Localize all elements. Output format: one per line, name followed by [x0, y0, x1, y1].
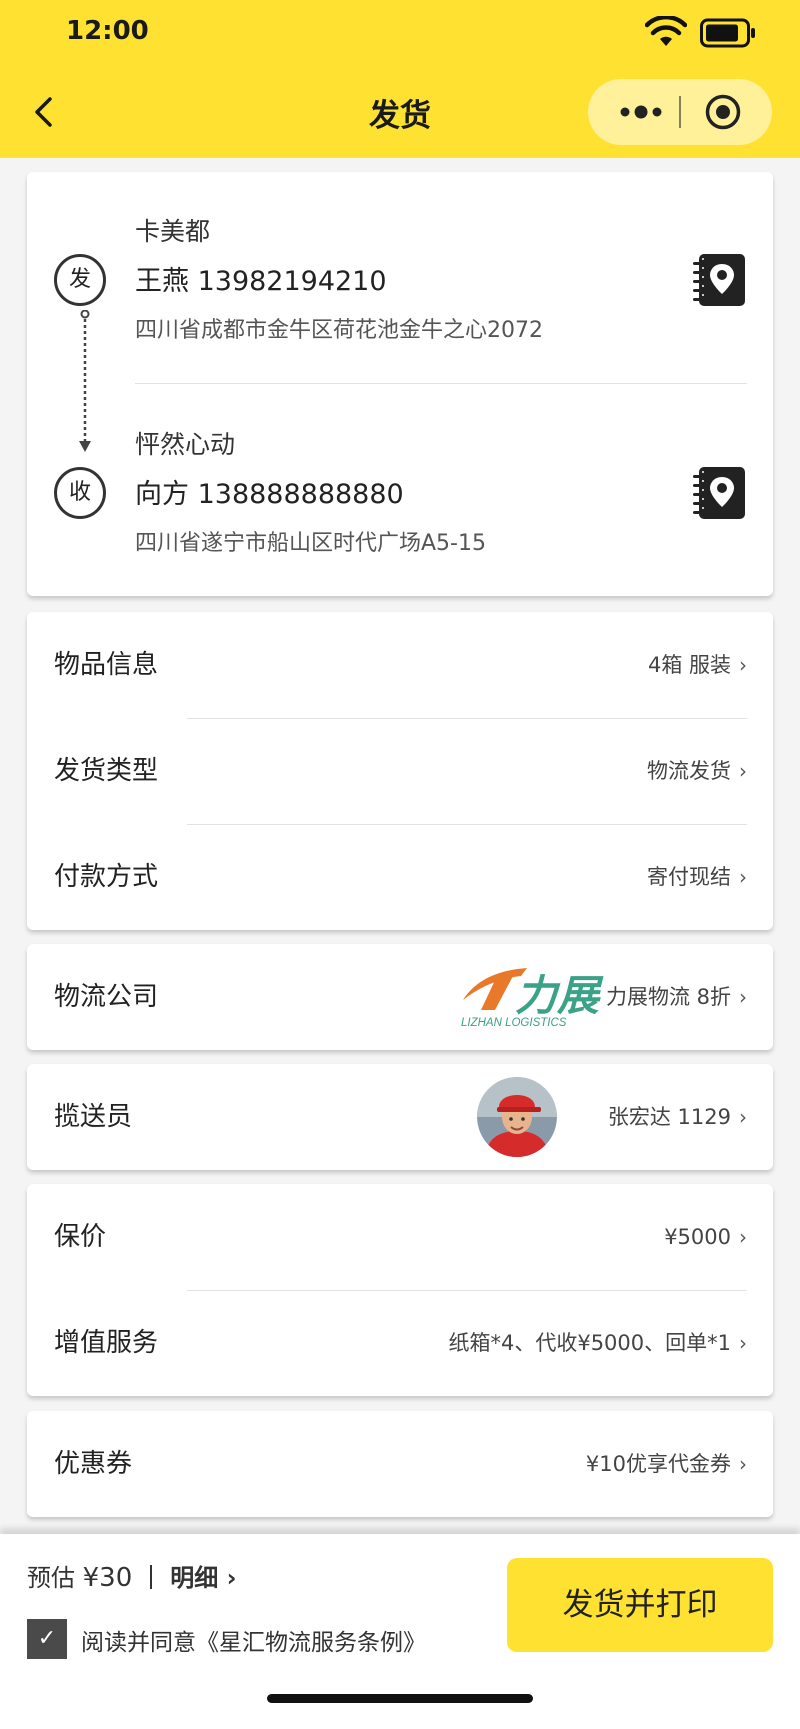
services-card: 保价 ¥5000 › 增值服务 纸箱*4、代收¥5000、回单*1 ›	[27, 1184, 773, 1396]
detail-label: 明细	[170, 1564, 219, 1592]
ship-type-row[interactable]: 发货类型 物流发货 ›	[27, 718, 773, 824]
agreement-text[interactable]: 阅读并同意《星汇物流服务条例》	[81, 1623, 426, 1657]
address-divider	[135, 383, 747, 384]
estimate-label: 预估	[27, 1564, 75, 1592]
courier-avatar	[477, 1077, 557, 1157]
sender-address: 四川省成都市金牛区荷花池金牛之心2072	[135, 318, 543, 343]
sender-badge: 发	[54, 254, 106, 306]
goods-info-label: 物品信息	[54, 650, 159, 680]
battery-icon	[700, 18, 755, 48]
ship-type-label: 发货类型	[54, 756, 159, 786]
courier-card: 揽送员 张宏达 1129 ›	[27, 1064, 773, 1170]
coupon-card: 优惠券 ¥10优享代金券 ›	[27, 1411, 773, 1517]
lizhan-logo: 力展 LIZHAN LOGISTICS	[461, 968, 604, 1029]
chevron-right-icon: ›	[739, 759, 747, 783]
svg-text:力展: 力展	[515, 971, 604, 1020]
insure-label: 保价	[54, 1222, 107, 1252]
payment-row[interactable]: 付款方式 寄付现结 ›	[27, 824, 773, 930]
courier-row[interactable]: 揽送员 张宏达 1129 ›	[27, 1064, 773, 1170]
chevron-right-icon: ›	[739, 1225, 747, 1249]
chevron-right-icon: ›	[739, 1105, 747, 1129]
receiver-block[interactable]: 收 怦然心动 向方 138888888880 四川省遂宁市船山区时代广场A5-1…	[27, 425, 773, 605]
home-indicator	[267, 1694, 533, 1703]
address-book-icon[interactable]	[691, 465, 747, 521]
status-time: 12:00	[66, 16, 149, 46]
coupon-row[interactable]: 优惠券 ¥10优享代金券 ›	[27, 1411, 773, 1517]
capsule-divider	[679, 96, 681, 128]
courier-label: 揽送员	[54, 1102, 133, 1132]
insure-value: ¥5000	[664, 1225, 731, 1249]
value-added-value: 纸箱*4、代收¥5000、回单*1	[448, 1331, 731, 1355]
logistics-row[interactable]: 物流公司 力展 LIZHAN LOGISTICS 力展物流 8折 ›	[27, 944, 773, 1050]
logistics-value: 力展物流 8折	[605, 985, 731, 1009]
courier-value: 张宏达 1129	[607, 1105, 731, 1129]
ship-type-value: 物流发货	[647, 759, 731, 783]
sender-name: 卡美都	[135, 217, 211, 246]
goods-info-value: 4箱 服装	[647, 653, 731, 677]
receiver-badge: 收	[54, 467, 106, 519]
value-added-row[interactable]: 增值服务 纸箱*4、代收¥5000、回单*1 ›	[27, 1290, 773, 1396]
receiver-name: 怦然心动	[135, 430, 236, 459]
chevron-right-icon: ›	[739, 1331, 747, 1355]
more-icon[interactable]	[618, 99, 664, 125]
chevron-right-icon: ›	[739, 653, 747, 677]
detail-link[interactable]: 明细 ›	[170, 1564, 236, 1592]
chevron-right-icon: ›	[739, 985, 747, 1009]
insure-row[interactable]: 保价 ¥5000 ›	[27, 1184, 773, 1290]
logistics-label: 物流公司	[54, 982, 159, 1012]
receiver-address: 四川省遂宁市船山区时代广场A5-15	[135, 531, 486, 556]
agree-checkbox[interactable]: ✓	[27, 1619, 67, 1659]
estimate: 预估 ¥30 明细 ›	[27, 1558, 237, 1593]
payment-value: 寄付现结	[647, 865, 731, 889]
receiver-contact: 向方 138888888880	[135, 479, 404, 510]
estimate-price: ¥30	[82, 1563, 133, 1593]
close-miniprogram-icon[interactable]	[704, 93, 742, 131]
address-card: 发 卡美都 王燕 13982194210 四川省成都市金牛区荷花池金牛之心207…	[27, 172, 773, 596]
svg-text:LIZHAN LOGISTICS: LIZHAN LOGISTICS	[461, 1017, 567, 1029]
sender-contact: 王燕 13982194210	[135, 266, 387, 297]
address-book-icon[interactable]	[691, 252, 747, 308]
payment-label: 付款方式	[54, 862, 159, 892]
value-added-label: 增值服务	[54, 1328, 159, 1358]
chevron-right-icon: ›	[739, 1452, 747, 1476]
header: 12:00 发货	[0, 0, 800, 158]
coupon-value: ¥10优享代金券	[585, 1452, 731, 1476]
estimate-divider	[150, 1565, 153, 1589]
coupon-label: 优惠券	[54, 1449, 133, 1479]
chevron-right-icon: ›	[226, 1564, 237, 1592]
goods-info-row[interactable]: 物品信息 4箱 服装 ›	[27, 612, 773, 718]
miniprogram-capsule	[588, 79, 772, 145]
check-icon: ✓	[37, 1626, 57, 1651]
chevron-right-icon: ›	[739, 865, 747, 889]
bottom-bar: 预估 ¥30 明细 › ✓ 阅读并同意《星汇物流服务条例》 发货并打印	[0, 1534, 800, 1729]
logistics-card: 物流公司 力展 LIZHAN LOGISTICS 力展物流 8折 ›	[27, 944, 773, 1050]
sender-block[interactable]: 发 卡美都 王燕 13982194210 四川省成都市金牛区荷花池金牛之心207…	[27, 212, 773, 392]
ship-and-print-button[interactable]: 发货并打印	[507, 1558, 773, 1652]
shipment-info-card: 物品信息 4箱 服装 › 发货类型 物流发货 › 付款方式 寄付现结 ›	[27, 612, 773, 930]
wifi-icon	[645, 16, 687, 46]
